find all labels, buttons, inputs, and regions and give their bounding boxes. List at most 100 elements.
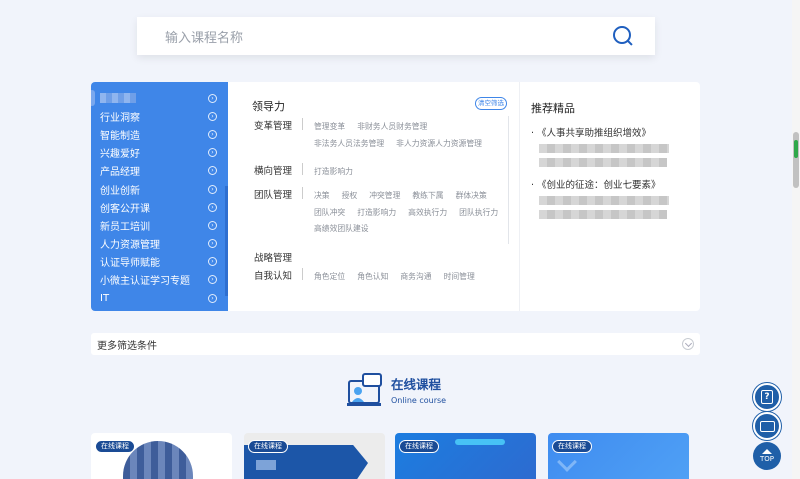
filter-scrollbar[interactable] bbox=[508, 116, 509, 244]
filter-tag[interactable]: 决策 bbox=[314, 191, 330, 200]
filter-tag[interactable]: 管理变革 bbox=[314, 122, 345, 131]
filter-tag[interactable]: 非财务人员财务管理 bbox=[357, 122, 427, 131]
filter-row-name[interactable]: 团队管理 bbox=[254, 187, 304, 201]
top-label: TOP bbox=[759, 455, 774, 463]
sidebar-item[interactable]: 兴趣爱好 › bbox=[91, 144, 228, 162]
filter-tag[interactable]: 高效执行力 bbox=[408, 208, 447, 217]
course-card[interactable]: 在线课程 bbox=[548, 433, 689, 479]
filter-tag[interactable]: 教练下属 bbox=[412, 191, 443, 200]
sidebar-item[interactable]: 创业创新 › bbox=[91, 180, 228, 198]
more-filters-bar[interactable]: 更多筛选条件 bbox=[91, 333, 700, 355]
recommend-item-title[interactable]: 《创业的征途：创业七要素》 bbox=[537, 180, 661, 191]
recommend-item-title[interactable]: 《人事共享助推组织增效》 bbox=[537, 128, 651, 139]
filter-tag[interactable]: 打造影响力 bbox=[314, 167, 353, 176]
sidebar-item[interactable]: 认证导师赋能 › bbox=[91, 253, 228, 271]
tag-list: 打造影响力 bbox=[314, 164, 524, 181]
sidebar-item-label: 新员工培训 bbox=[100, 221, 150, 233]
chevron-right-icon: › bbox=[208, 166, 217, 176]
chevron-right-icon: › bbox=[208, 202, 217, 212]
filter-tag[interactable]: 授权 bbox=[342, 191, 358, 200]
divider bbox=[302, 118, 303, 130]
sidebar-item-label: 人力资源管理 bbox=[100, 240, 160, 252]
page-scrollbar[interactable] bbox=[792, 0, 800, 479]
filter-tag[interactable]: 群体决策 bbox=[456, 191, 487, 200]
blurred-text bbox=[539, 144, 669, 153]
section-title: 在线课程 bbox=[391, 377, 442, 392]
chevron-right-icon: › bbox=[208, 93, 217, 103]
course-card[interactable]: 在线课程 bbox=[244, 433, 385, 479]
course-badge: 在线课程 bbox=[248, 440, 288, 453]
sidebar-item-label: 创客公开课 bbox=[100, 203, 150, 215]
sidebar-item[interactable]: 行业洞察 › bbox=[91, 107, 228, 125]
chevron-right-icon: › bbox=[208, 275, 217, 285]
recommend-item[interactable]: · 《创业的征途：创业七要素》 bbox=[531, 177, 700, 191]
divider bbox=[302, 187, 303, 199]
tag-list: 决策 授权 冲突管理 教练下属 群体决策 团队冲突 打造影响力 高效执行力 团队执行力 高绩效… bbox=[314, 188, 524, 238]
sidebar-item[interactable]: 产品经理 › bbox=[91, 162, 228, 180]
filter-tag[interactable]: 团队冲突 bbox=[314, 208, 345, 217]
filter-row-name[interactable]: 战略管理 bbox=[254, 250, 304, 264]
more-filters-label: 更多筛选条件 bbox=[97, 340, 157, 352]
arrow-up-icon bbox=[762, 449, 772, 454]
sidebar-item-label: 智能制造 bbox=[100, 130, 140, 142]
filter-tag[interactable]: 打造影响力 bbox=[357, 208, 396, 217]
clear-filter-button[interactable]: 清空筛选 bbox=[475, 97, 507, 110]
course-badge: 在线课程 bbox=[552, 440, 592, 453]
filter-tag[interactable]: 角色定位 bbox=[314, 272, 345, 281]
course-badge: 在线课程 bbox=[399, 440, 439, 453]
filter-tag[interactable]: 团队执行力 bbox=[459, 208, 498, 217]
sidebar-item-label: IT bbox=[100, 292, 110, 304]
sidebar-item-label bbox=[100, 93, 136, 104]
section-header: 在线课程 Online course bbox=[346, 370, 476, 408]
recommend-item[interactable]: · 《人事共享助推组织增效》 bbox=[531, 125, 700, 139]
sidebar-item-label: 小微主认证学习专题 bbox=[100, 276, 190, 288]
blurred-text bbox=[539, 210, 667, 219]
category-sidebar: › 行业洞察 › 智能制造 › 兴趣爱好 › 产品经理 › 创业创新 › 创客公开课 › 新… bbox=[91, 82, 228, 311]
filter-tag[interactable]: 冲突管理 bbox=[369, 191, 400, 200]
divider bbox=[302, 163, 303, 175]
filter-tag[interactable]: 非法务人员法务管理 bbox=[314, 139, 384, 148]
tag-list: 角色定位 角色认知 商务沟通 时间管理 bbox=[314, 269, 524, 286]
filter-tag[interactable]: 角色认知 bbox=[357, 272, 388, 281]
back-to-top-button[interactable]: TOP bbox=[753, 442, 781, 470]
course-thumbnail bbox=[455, 439, 505, 445]
recommend-title: 推荐精品 bbox=[531, 102, 575, 115]
contact-button[interactable] bbox=[753, 412, 781, 440]
filter-tag[interactable]: 非人力资源人力资源管理 bbox=[396, 139, 482, 148]
sidebar-item-active[interactable]: › bbox=[91, 89, 228, 107]
chevron-right-icon: › bbox=[208, 220, 217, 230]
chevron-right-icon: › bbox=[208, 293, 217, 303]
chevron-down-icon bbox=[557, 452, 577, 472]
course-badge: 在线课程 bbox=[95, 440, 135, 453]
question-icon: ? bbox=[761, 390, 773, 404]
sidebar-item-label: 认证导师赋能 bbox=[100, 258, 160, 270]
chevron-right-icon: › bbox=[208, 184, 217, 194]
sidebar-item[interactable]: IT › bbox=[91, 289, 228, 307]
course-card[interactable]: 在线课程 bbox=[395, 433, 536, 479]
filter-tag[interactable]: 时间管理 bbox=[444, 272, 475, 281]
sidebar-item-label: 创业创新 bbox=[100, 185, 140, 197]
sidebar-item[interactable]: 小微主认证学习专题 › bbox=[91, 271, 228, 289]
search-input[interactable]: 输入课程名称 bbox=[165, 27, 611, 46]
online-course-icon bbox=[347, 373, 382, 406]
course-search-bar[interactable]: 输入课程名称 bbox=[137, 17, 655, 55]
sidebar-item[interactable]: 创客公开课 › bbox=[91, 198, 228, 216]
filter-tag[interactable]: 商务沟通 bbox=[400, 272, 431, 281]
filter-row-name[interactable]: 变革管理 bbox=[254, 118, 304, 132]
divider bbox=[302, 268, 303, 280]
blurred-text bbox=[539, 158, 667, 167]
search-icon[interactable] bbox=[611, 24, 635, 48]
sidebar-item[interactable]: 人力资源管理 › bbox=[91, 235, 228, 253]
blurred-text bbox=[539, 196, 669, 205]
sidebar-item[interactable]: 新员工培训 › bbox=[91, 216, 228, 234]
chevron-right-icon: › bbox=[208, 148, 217, 158]
filter-row-name[interactable]: 自我认知 bbox=[254, 268, 304, 282]
sidebar-item[interactable]: 智能制造 › bbox=[91, 125, 228, 143]
course-card[interactable]: 在线课程 bbox=[91, 433, 232, 479]
card-icon bbox=[759, 420, 775, 432]
filter-row-name[interactable]: 横向管理 bbox=[254, 163, 304, 177]
sidebar-item-label: 行业洞察 bbox=[100, 112, 140, 124]
help-button[interactable]: ? bbox=[753, 383, 781, 411]
chevron-down-icon[interactable] bbox=[682, 338, 694, 350]
filter-tag[interactable]: 高绩效团队建设 bbox=[314, 224, 369, 233]
